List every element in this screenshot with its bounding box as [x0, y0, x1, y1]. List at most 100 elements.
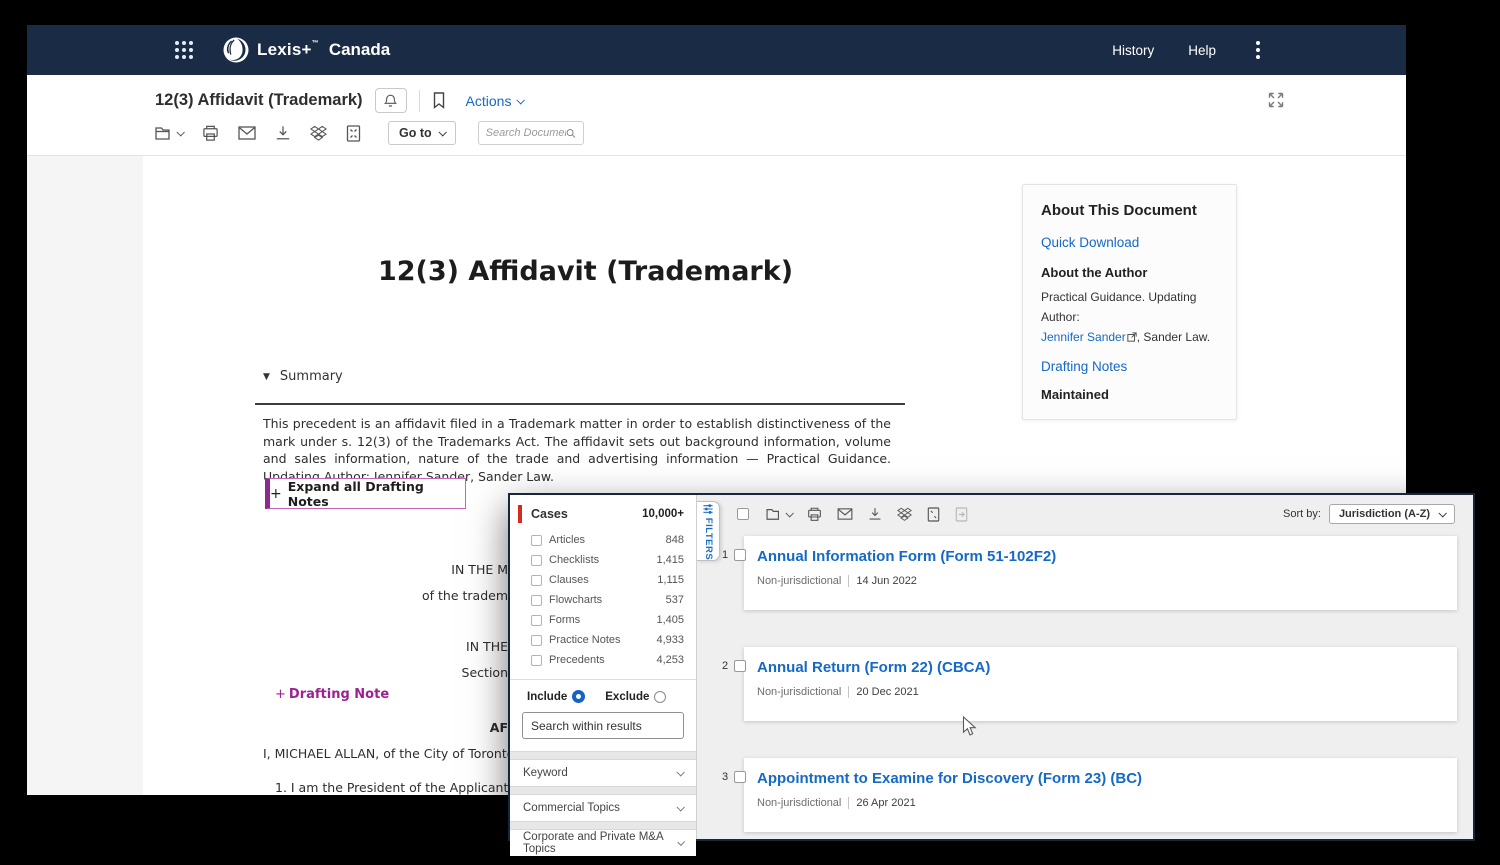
radio-selected-icon	[572, 690, 585, 703]
category-accent-bar	[518, 505, 522, 523]
divider	[419, 90, 420, 112]
checkbox[interactable]	[531, 575, 542, 586]
result-row: 1 Annual Information Form (Form 51-102F2…	[722, 536, 1457, 610]
document-icon[interactable]	[927, 507, 940, 522]
doc-text-fragment: Section	[263, 665, 508, 680]
filter-item-precedents[interactable]: Precedents4,253	[510, 650, 696, 670]
lexis-logo[interactable]: Lexis+™ Canada	[223, 37, 390, 63]
drafting-notes-link[interactable]: Drafting Notes	[1041, 359, 1218, 374]
results-pane: Sort by: Jurisdiction (A-Z) 1 Annual Inf…	[697, 495, 1473, 839]
actions-dropdown[interactable]: Actions	[466, 93, 524, 109]
search-within-results-box	[522, 712, 684, 739]
checkbox[interactable]	[531, 595, 542, 606]
kebab-menu-icon[interactable]	[1250, 39, 1266, 61]
filters-tab[interactable]: FILTERS	[697, 501, 720, 561]
accordion-corporate-ma-topics[interactable]: Corporate and Private M&A Topics	[510, 830, 696, 856]
filter-item-articles[interactable]: Articles848	[510, 530, 696, 550]
about-author-text: Practical Guidance. Updating Author: Jen…	[1041, 288, 1218, 347]
result-card[interactable]: Annual Return (Form 22) (CBCA) Non-juris…	[744, 647, 1457, 721]
result-title-link[interactable]: Annual Return (Form 22) (CBCA)	[757, 659, 990, 676]
filter-item-flowcharts[interactable]: Flowcharts537	[510, 590, 696, 610]
summary-toggle[interactable]: ▼ Summary	[263, 369, 343, 384]
radio-unselected-icon	[654, 691, 666, 703]
top-navbar: Lexis+™ Canada History Help	[27, 25, 1406, 75]
bell-icon	[383, 93, 398, 109]
navbar-right: History Help	[1112, 39, 1266, 61]
accordion-keyword[interactable]: Keyword	[510, 760, 696, 786]
result-card[interactable]: Appointment to Examine for Discovery (Fo…	[744, 758, 1457, 832]
help-link[interactable]: Help	[1188, 43, 1216, 58]
checkbox[interactable]	[531, 535, 542, 546]
summary-divider	[255, 403, 905, 405]
printer-icon[interactable]	[202, 125, 219, 142]
quick-download-link[interactable]: Quick Download	[1041, 235, 1218, 250]
doc-text-fragment: IN THE M	[263, 562, 508, 577]
filter-item-practice-notes[interactable]: Practice Notes4,933	[510, 630, 696, 650]
lexis-logo-icon	[223, 37, 249, 63]
search-icon	[566, 127, 576, 140]
checkbox[interactable]	[531, 555, 542, 566]
result-checkbox[interactable]	[734, 549, 746, 561]
category-count: 10,000+	[642, 508, 684, 520]
chevron-down-icon	[176, 128, 184, 136]
search-document-input[interactable]	[486, 127, 566, 139]
envelope-icon[interactable]	[837, 508, 853, 520]
sort-dropdown[interactable]: Jurisdiction (A-Z)	[1329, 504, 1455, 524]
filter-item-forms[interactable]: Forms1,405	[510, 610, 696, 630]
dropbox-icon[interactable]	[897, 507, 912, 522]
doc-text-fragment: AF	[263, 720, 508, 735]
folder-icon[interactable]	[766, 507, 792, 521]
expand-all-drafting-notes-button[interactable]: Expand all Drafting Notes	[265, 478, 466, 509]
sort-by-label: Sort by:	[1283, 508, 1321, 520]
result-checkbox[interactable]	[734, 660, 746, 672]
checkbox[interactable]	[531, 635, 542, 646]
fullscreen-button[interactable]	[1267, 91, 1285, 109]
search-within-results-input[interactable]	[531, 719, 686, 733]
envelope-icon[interactable]	[238, 126, 256, 140]
sort-group: Sort by: Jurisdiction (A-Z)	[1283, 504, 1455, 524]
checkbox[interactable]	[531, 655, 542, 666]
chevron-down-icon	[676, 768, 684, 776]
search-document-box	[478, 121, 584, 145]
printer-icon[interactable]	[807, 507, 822, 522]
document-header-title: 12(3) Affidavit (Trademark)	[155, 91, 363, 110]
bookmark-button[interactable]	[432, 92, 446, 109]
filter-item-checklists[interactable]: Checklists1,415	[510, 550, 696, 570]
select-all-checkbox[interactable]	[737, 508, 749, 520]
document-toolbar: Go to	[155, 121, 584, 145]
download-icon[interactable]	[275, 125, 291, 141]
alert-bell-button[interactable]	[375, 88, 407, 113]
download-icon[interactable]	[868, 507, 882, 521]
include-exclude-row: Include Exclude	[510, 680, 696, 712]
drafting-note-link[interactable]: Drafting Note	[275, 687, 389, 702]
result-meta: Non-jurisdictional20 Dec 2021	[757, 686, 1443, 698]
document-export-icon[interactable]	[955, 507, 968, 522]
dropbox-icon[interactable]	[310, 125, 327, 142]
apps-grid-icon[interactable]	[175, 41, 193, 59]
result-row: 2 Annual Return (Form 22) (CBCA) Non-jur…	[722, 647, 1457, 721]
result-card[interactable]: Annual Information Form (Form 51-102F2) …	[744, 536, 1457, 610]
result-title-link[interactable]: Appointment to Examine for Discovery (Fo…	[757, 770, 1142, 787]
maintained-label: Maintained	[1041, 387, 1218, 402]
result-checkbox[interactable]	[734, 771, 746, 783]
goto-dropdown[interactable]: Go to	[388, 121, 456, 145]
result-title-link[interactable]: Annual Information Form (Form 51-102F2)	[757, 548, 1056, 565]
triangle-down-icon: ▼	[263, 372, 270, 382]
folder-icon[interactable]	[155, 125, 183, 141]
checkbox[interactable]	[531, 615, 542, 626]
chevron-down-icon	[676, 803, 684, 811]
accordion-commercial-topics[interactable]: Commercial Topics	[510, 795, 696, 821]
author-link[interactable]: Jennifer Sander	[1041, 330, 1126, 344]
document-icon[interactable]	[346, 125, 361, 142]
filter-item-clauses[interactable]: Clauses1,115	[510, 570, 696, 590]
fullscreen-icon	[1267, 91, 1285, 109]
chevron-down-icon	[438, 128, 446, 136]
history-link[interactable]: History	[1112, 43, 1154, 58]
exclude-radio[interactable]: Exclude	[605, 691, 666, 703]
about-panel-title: About This Document	[1041, 202, 1218, 219]
include-radio[interactable]: Include	[527, 690, 585, 703]
panel-gap	[510, 821, 696, 830]
filters-sliders-icon	[704, 504, 714, 514]
doc-text-fragment: IN THE	[263, 639, 508, 654]
doc-text-fragment: of the tradem	[263, 588, 508, 603]
